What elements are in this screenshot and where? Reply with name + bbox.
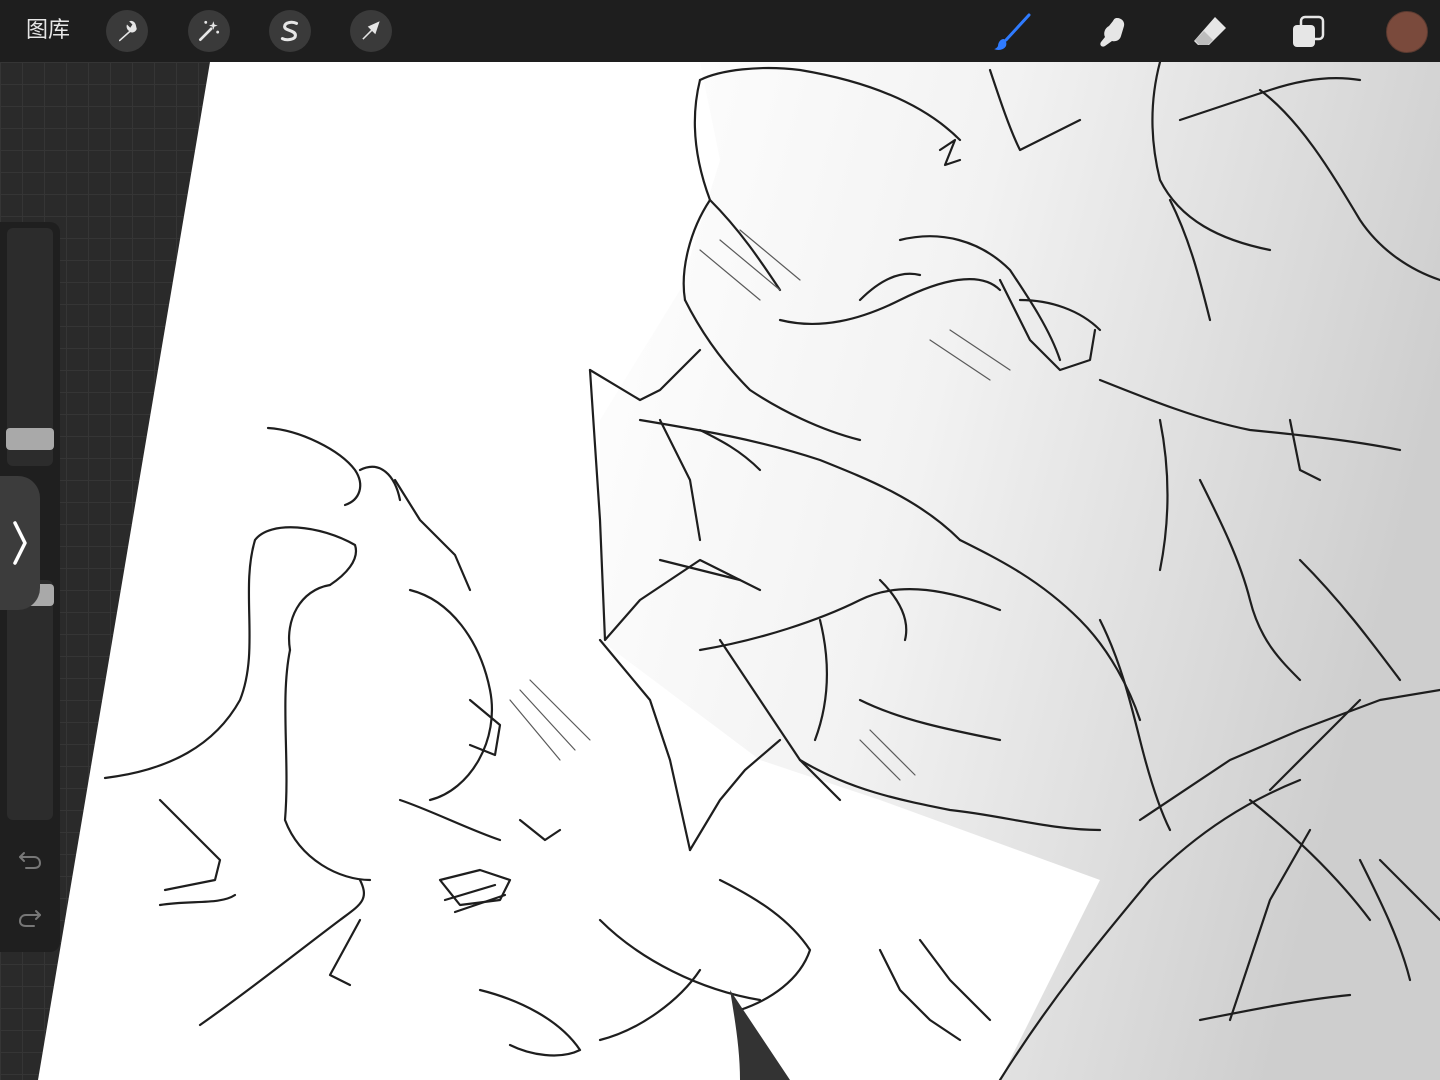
modify-button[interactable] [0, 476, 40, 610]
brush-tool-button[interactable] [992, 12, 1032, 52]
undo-arrow-icon [19, 852, 42, 869]
wrench-icon [118, 20, 137, 42]
gallery-button[interactable]: 图库 [26, 16, 70, 46]
transform-button[interactable] [350, 10, 392, 52]
chevron-right-icon [13, 521, 27, 565]
opacity-slider[interactable] [6, 580, 54, 820]
smudge-tool-button[interactable] [1091, 12, 1131, 52]
eraser-tool-button[interactable] [1190, 12, 1230, 52]
smudge-finger-icon [1100, 18, 1125, 47]
color-picker-button[interactable] [1386, 11, 1428, 53]
arrow-cursor-icon [362, 21, 380, 40]
top-toolbar: 图库 [0, 0, 1440, 62]
selection-s-icon [280, 20, 299, 42]
adjustments-button[interactable] [188, 10, 230, 52]
layers-icon [1293, 15, 1325, 47]
eraser-icon [1194, 17, 1226, 45]
drawing-canvas[interactable] [0, 0, 1440, 1080]
brush-size-thumb[interactable] [6, 428, 54, 450]
magic-wand-icon [198, 20, 220, 42]
brush-icon [994, 13, 1031, 50]
undo-button[interactable] [14, 842, 46, 874]
selection-button[interactable] [269, 10, 311, 52]
layers-button[interactable] [1288, 12, 1328, 52]
redo-arrow-icon [18, 910, 41, 927]
brush-size-slider[interactable] [6, 228, 54, 466]
actions-button[interactable] [106, 10, 148, 52]
redo-button[interactable] [14, 900, 46, 932]
